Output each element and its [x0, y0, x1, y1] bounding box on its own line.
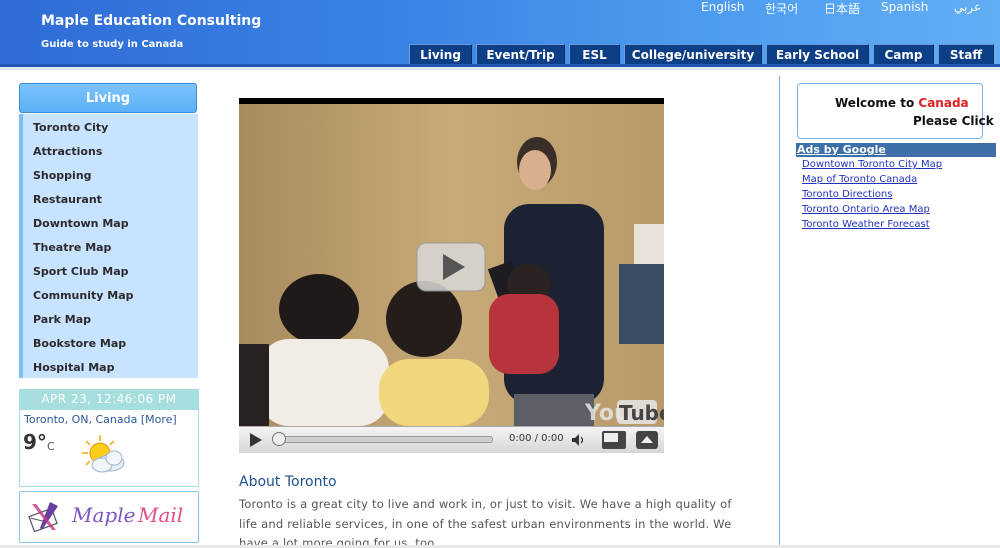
sidebar-item-bookstore-map[interactable]: Bookstore Map [33, 337, 126, 350]
sidebar-heading[interactable]: Living [19, 83, 197, 113]
page: Maple Education Consulting Guide to stud… [0, 0, 1000, 548]
sidebar-item-shopping[interactable]: Shopping [33, 169, 92, 182]
play-icon[interactable] [247, 431, 265, 449]
weather-unit: C [47, 440, 55, 453]
sidebar-item-hospital-map[interactable]: Hospital Map [33, 361, 114, 374]
welcome-click-text[interactable]: Please Click [913, 114, 994, 128]
lang-arabic[interactable]: عربي [954, 0, 981, 14]
video-frame[interactable]: You Tube [239, 104, 664, 426]
welcome-prefix: Welcome to [835, 96, 919, 110]
tab-esl[interactable]: ESL [569, 44, 620, 64]
sidebar-item-sport-club-map[interactable]: Sport Club Map [33, 265, 129, 278]
svg-text:Tube: Tube [619, 401, 664, 425]
welcome-line: Welcome to Canada [835, 96, 969, 110]
mail-quill-icon [28, 502, 58, 533]
tab-staff[interactable]: Staff [938, 44, 994, 64]
lang-japanese[interactable]: 日本語 [824, 0, 860, 17]
weather-temperature: 9° [23, 430, 47, 454]
language-bar: English 한국어 日本語 Spanish عربي [690, 0, 1000, 16]
sidebar-item-attractions[interactable]: Attractions [33, 145, 102, 158]
lang-korean[interactable]: 한국어 [765, 0, 798, 17]
ads-heading[interactable]: Ads by Google [796, 143, 996, 157]
sidebar-menu: Toronto City Attractions Shopping Restau… [19, 114, 198, 378]
right-column-divider [779, 76, 780, 548]
tab-camp[interactable]: Camp [873, 44, 934, 64]
site-header: Maple Education Consulting Guide to stud… [0, 0, 1000, 64]
progress-bar[interactable] [277, 436, 493, 443]
welcome-highlight: Canada [918, 96, 969, 110]
mail-word-maple: Maple [72, 503, 136, 527]
tab-college-university[interactable]: College/university [624, 44, 762, 64]
tab-early-school[interactable]: Early School [766, 44, 869, 64]
progress-thumb[interactable] [272, 432, 286, 446]
mail-word-mail: Mail [138, 503, 184, 527]
weather-widget: Toronto, ON, Canada [More] 9° C [19, 409, 199, 487]
fullscreen-icon[interactable] [635, 430, 659, 450]
sidebar-item-downtown-map[interactable]: Downtown Map [33, 217, 129, 230]
sidebar-item-community-map[interactable]: Community Map [33, 289, 134, 302]
clock-display: APR 23, 12:46:06 PM [19, 389, 199, 409]
screen-size-icon[interactable] [601, 430, 627, 450]
lang-spanish[interactable]: Spanish [881, 0, 928, 14]
sidebar-item-theatre-map[interactable]: Theatre Map [33, 241, 111, 254]
sidebar-item-toronto-city[interactable]: Toronto City [33, 121, 108, 134]
ad-link-map-toronto[interactable]: Map of Toronto Canada [802, 174, 917, 185]
maple-mail-banner[interactable]: Maple Mail [19, 491, 199, 543]
weather-location[interactable]: Toronto, ON, Canada [More] [24, 413, 177, 426]
about-text: Toronto is a great city to live and work… [239, 497, 732, 548]
tab-event-trip[interactable]: Event/Trip [476, 44, 565, 64]
welcome-box[interactable]: Welcome to Canada Please Click [797, 83, 994, 139]
tab-living[interactable]: Living [409, 44, 472, 64]
volume-icon[interactable] [571, 433, 587, 447]
ad-link-directions[interactable]: Toronto Directions [802, 189, 892, 200]
sidebar-item-park-map[interactable]: Park Map [33, 313, 91, 326]
video-player[interactable]: You Tube 0:00 / 0:00 [239, 98, 664, 453]
ad-link-weather[interactable]: Toronto Weather Forecast [802, 219, 930, 230]
sun-cloud-icon [82, 435, 125, 473]
ad-link-downtown-map[interactable]: Downtown Toronto City Map [802, 159, 942, 170]
lang-english[interactable]: English [701, 0, 744, 14]
ad-link-area-map[interactable]: Toronto Ontario Area Map [802, 204, 930, 215]
video-controls: 0:00 / 0:00 [239, 426, 664, 453]
about-title: About Toronto [239, 474, 337, 490]
video-thumbnail: You Tube [239, 104, 664, 426]
main-nav: Living Event/Trip ESL College/university… [0, 44, 1000, 64]
sidebar-item-restaurant[interactable]: Restaurant [33, 193, 102, 206]
site-title[interactable]: Maple Education Consulting [41, 13, 261, 29]
time-display: 0:00 / 0:00 [509, 433, 564, 444]
header-divider-light [0, 67, 1000, 70]
